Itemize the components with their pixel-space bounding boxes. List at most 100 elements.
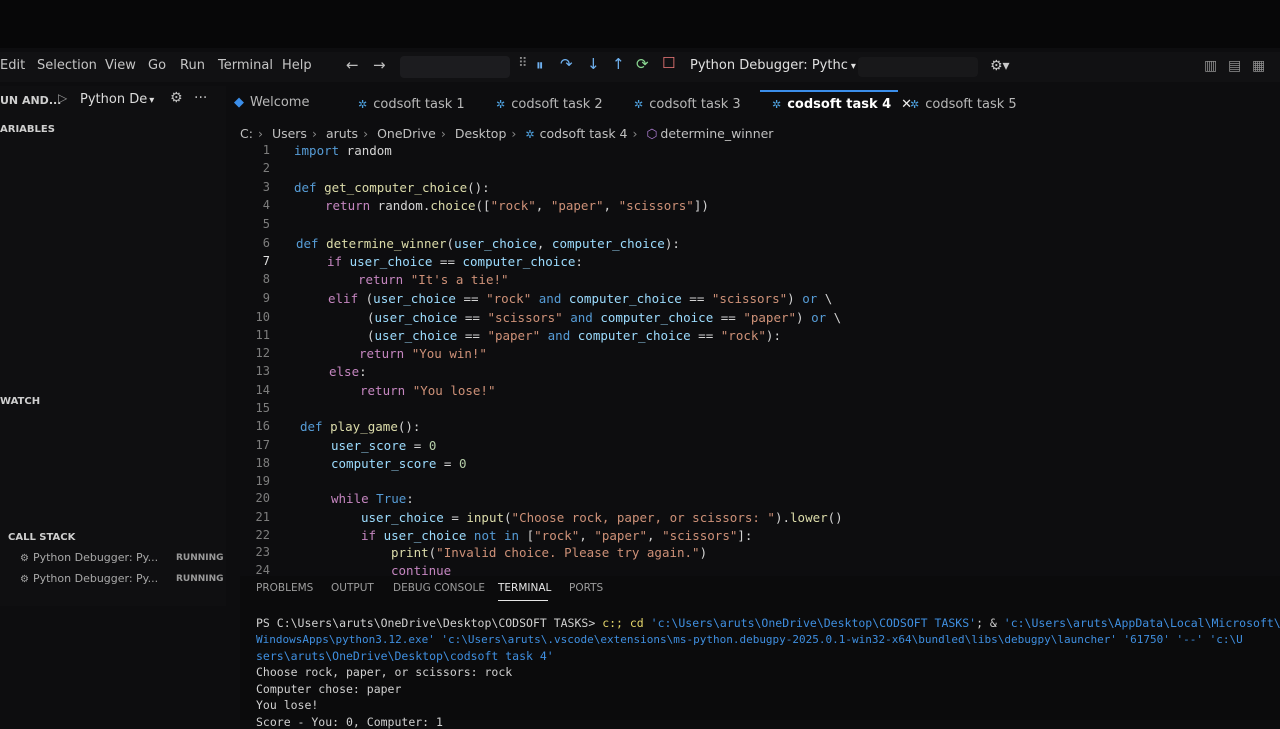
code-token: 0 xyxy=(458,456,467,471)
command-center-search[interactable] xyxy=(400,56,510,78)
restart-icon[interactable]: ⟳ xyxy=(636,55,649,73)
code-token: ( xyxy=(446,236,455,251)
menu-selection[interactable]: Selection xyxy=(37,58,97,73)
tab-codsoft-task-3[interactable]: ✲ codsoft task 3 xyxy=(634,97,741,129)
breadcrumb-item[interactable]: Users xyxy=(272,126,307,141)
forward-arrow-icon[interactable]: → xyxy=(373,56,386,74)
breadcrumb-item[interactable]: Desktop xyxy=(455,126,507,141)
thread-icon: ⚙ xyxy=(20,553,29,564)
tab-codsoft-task-4[interactable]: ✲ codsoft task 4 ✕ xyxy=(772,97,912,129)
debug-config-select[interactable]: Python Debugger: Pythc ▾ xyxy=(690,58,856,73)
terminal-prompt: PS C:\Users\aruts\OneDrive\Desktop\CODSO… xyxy=(256,616,596,630)
breadcrumb-item[interactable]: determine_winner xyxy=(660,126,773,141)
code-token: == xyxy=(713,310,744,325)
code-token: not in xyxy=(473,528,520,543)
drag-handle-icon[interactable]: ⠿ xyxy=(518,56,528,71)
copilot-icon[interactable]: ⚙▾ xyxy=(990,58,1010,74)
breadcrumb-item[interactable]: aruts xyxy=(326,126,358,141)
code-token: 0 xyxy=(428,438,437,453)
line-number: 8 xyxy=(262,272,270,286)
breadcrumb-item[interactable]: codsoft task 4 xyxy=(540,126,628,141)
code-token: , xyxy=(603,198,619,213)
code-text: return "It's a tie!" xyxy=(358,272,509,287)
thread-label: Python Debugger: Py... xyxy=(32,572,159,585)
variables-section-header[interactable]: ARIABLES xyxy=(0,124,55,135)
tab-debug-console[interactable]: DEBUG CONSOLE xyxy=(393,582,485,594)
code-text: def get_computer_choice(): xyxy=(294,180,490,195)
code-token: ) xyxy=(796,310,812,325)
code-token: elif xyxy=(328,291,359,306)
code-token: ): xyxy=(664,236,680,251)
chevron-right-icon: › xyxy=(311,126,317,141)
code-text: (user_choice == "paper" and computer_cho… xyxy=(367,328,781,343)
menu-view[interactable]: View xyxy=(105,58,136,73)
tab-output[interactable]: OUTPUT xyxy=(331,582,374,594)
menu-edit[interactable]: Edit xyxy=(0,58,25,73)
menu-run[interactable]: Run xyxy=(180,58,205,73)
call-stack-section-header[interactable]: CALL STACK xyxy=(8,532,75,543)
more-actions-icon[interactable]: ··· xyxy=(194,90,207,106)
toggle-panel-icon[interactable]: ▤ xyxy=(1228,58,1241,74)
breadcrumb-item[interactable]: C: xyxy=(240,126,253,141)
code-token: or xyxy=(802,291,818,306)
stop-icon[interactable]: ☐ xyxy=(662,54,675,72)
chevron-right-icon: › xyxy=(257,126,263,141)
call-stack-thread[interactable]: ⚙ Python Debugger: Py... xyxy=(20,551,158,564)
tab-problems[interactable]: PROBLEMS xyxy=(256,582,313,594)
code-token: == xyxy=(457,328,488,343)
code-token: : xyxy=(575,254,583,269)
start-debugging-icon[interactable]: ▷ xyxy=(58,91,67,105)
call-stack-thread[interactable]: ⚙ Python Debugger: Py... xyxy=(20,572,158,585)
back-arrow-icon[interactable]: ← xyxy=(346,56,359,74)
code-token: () xyxy=(827,510,843,525)
code-text: return "You win!" xyxy=(359,346,487,361)
code-token: (): xyxy=(467,180,490,195)
code-token: print xyxy=(391,545,429,560)
code-token: ( xyxy=(367,310,375,325)
breadcrumb-item[interactable]: OneDrive xyxy=(377,126,436,141)
toggle-primary-sidebar-icon[interactable]: ▥ xyxy=(1204,58,1217,74)
line-number: 5 xyxy=(262,217,270,231)
tab-label: codsoft task 4 xyxy=(787,97,892,112)
code-token: "Choose rock, paper, or scissors: " xyxy=(511,510,775,525)
thread-icon: ⚙ xyxy=(20,574,29,585)
code-token: = xyxy=(406,438,429,453)
menu-terminal[interactable]: Terminal xyxy=(218,58,273,73)
step-into-icon[interactable]: ↓ xyxy=(587,55,600,73)
tab-label: codsoft task 5 xyxy=(925,97,1017,112)
code-editor[interactable]: 1 import random 2 3 def get_computer_choice(… xyxy=(226,140,1280,576)
menu-help[interactable]: Help xyxy=(282,58,312,73)
gear-icon[interactable]: ⚙ xyxy=(170,90,183,106)
python-file-icon: ✲ xyxy=(772,98,782,111)
pause-icon[interactable]: ⏸ xyxy=(536,56,544,74)
step-over-icon[interactable]: ↷ xyxy=(560,55,573,73)
code-text: import random xyxy=(294,143,392,158)
tab-ports[interactable]: PORTS xyxy=(569,582,603,594)
toggle-secondary-sidebar-icon[interactable]: ▦ xyxy=(1252,58,1265,74)
thread-state: RUNNING xyxy=(176,574,224,584)
tab-codsoft-task-5[interactable]: ✲ codsoft task 5 xyxy=(910,97,1017,129)
watch-section-header[interactable]: WATCH xyxy=(0,396,40,407)
tab-codsoft-task-1[interactable]: ✲ codsoft task 1 xyxy=(358,97,465,129)
launch-config-select[interactable]: Python De ▾ xyxy=(80,92,154,107)
vscode-icon: ◆ xyxy=(234,95,244,110)
code-token: "scissors" xyxy=(487,310,563,325)
toolbar-placeholder xyxy=(858,57,978,77)
code-token: user_score xyxy=(331,438,407,453)
chevron-down-icon: ▾ xyxy=(149,95,155,106)
tab-terminal[interactable]: TERMINAL xyxy=(498,582,551,594)
tab-welcome[interactable]: ◆ Welcome xyxy=(234,95,309,127)
menu-go[interactable]: Go xyxy=(148,58,166,73)
step-out-icon[interactable]: ↑ xyxy=(612,55,625,73)
code-token: ): xyxy=(765,328,781,343)
line-number: 18 xyxy=(255,456,270,470)
tab-codsoft-task-2[interactable]: ✲ codsoft task 2 xyxy=(496,97,603,129)
code-token: ) xyxy=(787,291,803,306)
code-token: ( xyxy=(504,510,512,525)
terminal-output: Choose rock, paper, or scissors: rock xyxy=(256,665,513,679)
active-panel-tab-indicator xyxy=(498,600,548,601)
code-token: "scissors" xyxy=(618,198,694,213)
